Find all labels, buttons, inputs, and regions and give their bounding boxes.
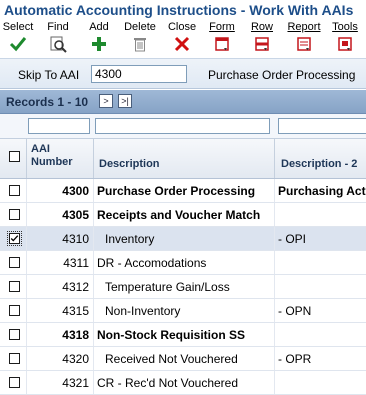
row-checkbox[interactable]	[9, 377, 20, 388]
tools-icon	[338, 37, 352, 51]
aai-number-cell: 4310	[62, 232, 89, 246]
next-page-button[interactable]: >	[99, 94, 113, 108]
find-icon	[50, 36, 67, 53]
table-row[interactable]: 4311 DR - Accomodations	[0, 251, 366, 275]
description-2-cell: - OPN	[278, 304, 312, 318]
row-checkbox[interactable]	[7, 231, 22, 246]
skip-to-description: Purchase Order Processing	[208, 68, 356, 82]
description-cell: Receipts and Voucher Match	[97, 208, 261, 222]
description-cell: Received Not Vouchered	[105, 352, 238, 366]
delete-label: Delete	[124, 21, 156, 33]
add-button[interactable]: Add	[84, 21, 114, 57]
window-title: Automatic Accounting Instructions - Work…	[0, 0, 366, 20]
close-x-icon	[174, 36, 190, 52]
delete-button[interactable]: Delete	[122, 21, 158, 57]
row-checkbox[interactable]	[9, 209, 20, 220]
checkmark-icon	[10, 235, 19, 242]
aai-number-cell: 4311	[63, 256, 89, 270]
table-row[interactable]: 4310 Inventory - OPI	[0, 227, 366, 251]
row-label: Row	[250, 21, 273, 33]
description-cell: Non-Inventory	[105, 304, 181, 318]
report-label: Report	[287, 21, 321, 33]
filter-aai-number[interactable]	[28, 118, 90, 134]
grid-header: AAI Number Description Description - 2	[0, 139, 366, 179]
table-row[interactable]: 4320 Received Not Vouchered - OPR	[0, 347, 366, 371]
description-cell: Purchase Order Processing	[97, 184, 256, 198]
description-2-header[interactable]: Description - 2	[281, 158, 357, 170]
table-row[interactable]: 4315 Non-Inventory - OPN	[0, 299, 366, 323]
filter-description-2[interactable]	[278, 118, 366, 134]
close-button[interactable]: Close	[165, 21, 199, 57]
table-row[interactable]: 4300 Purchase Order Processing Purchasing …	[0, 179, 366, 203]
find-label: Find	[47, 21, 69, 33]
skip-to-aai-input[interactable]	[91, 65, 187, 83]
skip-to-panel: Skip To AAI Purchase Order Processing	[0, 58, 366, 89]
aai-number-cell: 4312	[62, 280, 89, 294]
description-cell: Temperature Gain/Loss	[105, 280, 230, 294]
report-icon	[297, 37, 311, 51]
aai-number-cell: 4320	[62, 352, 89, 366]
records-bar: Records 1 - 10 > >|	[0, 90, 366, 114]
row-icon	[255, 37, 269, 51]
row-checkbox[interactable]	[9, 305, 20, 316]
check-icon	[9, 37, 27, 52]
trash-icon	[134, 38, 146, 52]
filter-description[interactable]	[95, 118, 270, 134]
aai-number-cell: 4315	[62, 304, 89, 318]
plus-icon	[92, 37, 106, 51]
aai-number-cell: 4300	[62, 184, 89, 198]
row-checkbox[interactable]	[9, 353, 20, 364]
table-row[interactable]: 4321 CR - Rec'd Not Vouchered	[0, 371, 366, 395]
select-label: Select	[2, 21, 34, 33]
select-button[interactable]: Select	[2, 21, 34, 57]
toolbar: Select Find Add Delete Close Form Row Re…	[0, 21, 366, 58]
query-by-example-row	[0, 114, 366, 139]
select-all-checkbox[interactable]	[9, 151, 20, 162]
form-icon	[215, 37, 229, 51]
description-2-cell: Purchasing Act	[278, 184, 366, 198]
form-label: Form	[209, 21, 235, 33]
tools-label: Tools	[332, 21, 358, 33]
skip-to-label: Skip To AAI	[18, 68, 80, 82]
aai-header-line2[interactable]: Number	[31, 156, 73, 168]
table-row[interactable]: 4305 Receipts and Voucher Match	[0, 203, 366, 227]
row-checkbox[interactable]	[9, 281, 20, 292]
aai-number-cell: 4305	[62, 208, 89, 222]
last-page-button[interactable]: >|	[118, 94, 132, 108]
form-menu-button[interactable]: Form	[207, 21, 237, 57]
description-2-cell: - OPR	[278, 352, 312, 366]
description-cell: Non-Stock Requisition SS	[97, 328, 246, 342]
table-row[interactable]: 4312 Temperature Gain/Loss	[0, 275, 366, 299]
aai-number-cell: 4318	[62, 328, 89, 342]
description-cell: Inventory	[105, 232, 155, 246]
report-menu-button[interactable]: Report	[286, 21, 322, 57]
aai-header-line1: AAI	[31, 143, 50, 155]
add-label: Add	[89, 21, 109, 33]
close-label: Close	[167, 21, 197, 33]
description-2-cell: - OPI	[278, 232, 307, 246]
table-row[interactable]: 4318 Non-Stock Requisition SS	[0, 323, 366, 347]
description-header[interactable]: Description	[99, 158, 160, 170]
records-count: Records 1 - 10	[6, 95, 89, 109]
description-cell: DR - Accomodations	[97, 256, 207, 270]
row-checkbox[interactable]	[9, 257, 20, 268]
row-menu-button[interactable]: Row	[248, 21, 276, 57]
tools-menu-button[interactable]: Tools	[330, 21, 360, 57]
row-checkbox[interactable]	[9, 329, 20, 340]
row-checkbox[interactable]	[9, 185, 20, 196]
find-button[interactable]: Find	[42, 21, 74, 57]
